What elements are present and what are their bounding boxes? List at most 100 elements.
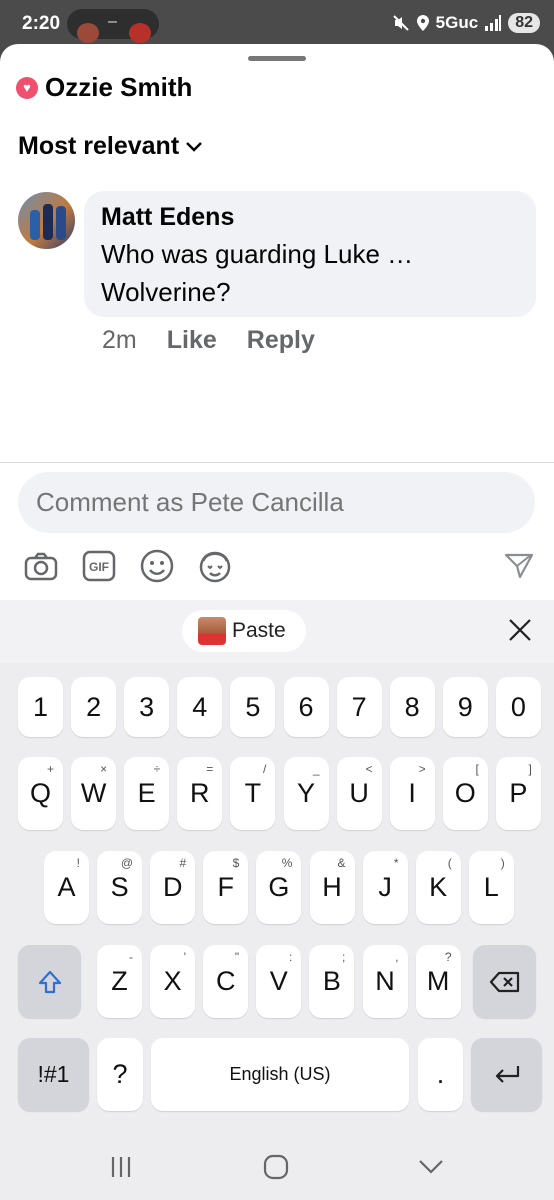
key-secondary-symbol: ÷ bbox=[153, 762, 161, 776]
letter-key[interactable]: G% bbox=[256, 851, 302, 924]
key-label: 4 bbox=[192, 691, 208, 722]
number-key[interactable]: 0 bbox=[495, 677, 541, 737]
key-label: 5 bbox=[245, 691, 261, 722]
sort-label: Most relevant bbox=[18, 132, 180, 160]
key-label: J bbox=[378, 872, 392, 902]
key-label: E bbox=[137, 778, 156, 808]
comment-input[interactable] bbox=[18, 472, 535, 533]
number-key[interactable]: 7 bbox=[336, 677, 382, 737]
comment-composer: GIF bbox=[0, 462, 554, 601]
letter-key[interactable]: F $ bbox=[203, 851, 249, 924]
letter-key[interactable]: T / bbox=[230, 757, 276, 830]
number-key[interactable]: 5 bbox=[230, 677, 276, 737]
chevron-down-icon bbox=[186, 141, 203, 152]
letter-key[interactable]: H & bbox=[309, 851, 355, 924]
symbols-key[interactable]: !#1 bbox=[18, 1038, 89, 1111]
number-key[interactable]: 6 bbox=[283, 677, 329, 737]
send-icon bbox=[504, 553, 534, 579]
letter-key[interactable]: O[ bbox=[442, 757, 488, 830]
recent-apps-button[interactable] bbox=[106, 1154, 136, 1180]
sort-dropdown[interactable]: Most relevant bbox=[18, 132, 203, 161]
letter-key[interactable]: X ' bbox=[150, 945, 196, 1018]
letter-key[interactable]: N, bbox=[362, 945, 408, 1018]
number-key[interactable]: 9 bbox=[442, 677, 488, 737]
navigation-bar bbox=[0, 1134, 554, 1200]
network-label: 5Guc bbox=[435, 13, 479, 32]
number-key[interactable]: 8 bbox=[389, 677, 435, 737]
letter-key[interactable]: A! bbox=[44, 851, 89, 924]
key-label: Q bbox=[29, 778, 51, 808]
number-key[interactable]: 2 bbox=[71, 677, 117, 737]
letter-key[interactable]: K( bbox=[415, 851, 461, 924]
letter-key[interactable]: I > bbox=[389, 757, 435, 830]
reaction-header[interactable]: ♥ Ozzie Smith bbox=[16, 72, 192, 103]
enter-key[interactable] bbox=[471, 1038, 542, 1111]
key-secondary-symbol: ; bbox=[342, 950, 346, 964]
letter-key[interactable]: D # bbox=[150, 851, 196, 924]
comment-bubble: Matt Edens Who was guarding Luke … Wolve… bbox=[84, 191, 536, 317]
letter-key[interactable]: B; bbox=[309, 945, 355, 1018]
question-key[interactable]: ? bbox=[97, 1038, 143, 1111]
comment-author[interactable]: Matt Edens bbox=[101, 203, 234, 232]
key-label: 8 bbox=[404, 691, 420, 722]
recent-apps-icon bbox=[111, 1157, 131, 1177]
letter-key[interactable]: E ÷ bbox=[124, 757, 170, 830]
letter-key[interactable]: Z- bbox=[97, 945, 142, 1018]
letter-key[interactable]: Y _ bbox=[283, 757, 329, 830]
number-key[interactable]: 3 bbox=[124, 677, 170, 737]
close-clipboard-button[interactable] bbox=[504, 614, 536, 646]
like-button[interactable]: Like bbox=[167, 326, 217, 355]
key-secondary-symbol: " bbox=[234, 950, 240, 964]
letter-key[interactable]: Q + bbox=[18, 757, 63, 830]
gif-button[interactable]: GIF bbox=[80, 547, 118, 585]
camera-button[interactable] bbox=[22, 547, 60, 585]
home-button[interactable] bbox=[261, 1154, 291, 1180]
letter-key[interactable]: U < bbox=[336, 757, 382, 830]
period-key[interactable]: . bbox=[418, 1038, 463, 1111]
clipboard-bar: Paste bbox=[0, 600, 554, 663]
letter-key[interactable]: R = bbox=[177, 757, 223, 830]
letter-key[interactable]: W × bbox=[71, 757, 117, 830]
key-label: O bbox=[454, 778, 476, 808]
location-icon bbox=[416, 15, 429, 31]
key-label: G bbox=[268, 872, 290, 902]
letter-key[interactable]: S @ bbox=[97, 851, 143, 924]
avatar-sticker-icon bbox=[199, 551, 231, 583]
chevron-down-icon bbox=[419, 1160, 443, 1174]
signal-icon bbox=[485, 15, 502, 31]
send-button[interactable] bbox=[500, 547, 538, 585]
avatar[interactable] bbox=[18, 192, 75, 249]
letter-key[interactable]: P] bbox=[495, 757, 541, 830]
avatar-sticker-button[interactable] bbox=[196, 547, 234, 585]
letter-key[interactable]: J * bbox=[362, 851, 408, 924]
key-label: Z bbox=[111, 966, 128, 996]
paste-chip[interactable]: Paste bbox=[182, 610, 306, 652]
dash-separator-icon: – bbox=[108, 13, 117, 30]
key-label: N bbox=[375, 966, 395, 996]
letter-key[interactable]: M? bbox=[415, 945, 461, 1018]
gif-icon: GIF bbox=[82, 550, 116, 582]
key-secondary-symbol: + bbox=[46, 762, 54, 776]
key-label: T bbox=[244, 778, 262, 808]
paste-label: Paste bbox=[232, 619, 286, 642]
notification-pill: – bbox=[67, 9, 159, 43]
space-key[interactable]: English (US) bbox=[151, 1038, 409, 1111]
key-label: Y bbox=[296, 778, 315, 808]
shift-key[interactable] bbox=[18, 945, 81, 1018]
key-secondary-symbol: , bbox=[395, 950, 399, 964]
letter-key[interactable]: V: bbox=[256, 945, 302, 1018]
letter-key[interactable]: C " bbox=[203, 945, 249, 1018]
key-label: 1 bbox=[32, 691, 49, 722]
number-key[interactable]: 4 bbox=[177, 677, 223, 737]
back-button[interactable] bbox=[416, 1154, 446, 1180]
key-secondary-symbol: : bbox=[288, 950, 293, 964]
backspace-key[interactable] bbox=[473, 945, 536, 1018]
number-key[interactable]: 1 bbox=[18, 677, 63, 737]
key-secondary-symbol: - bbox=[129, 950, 133, 964]
letter-key[interactable]: L) bbox=[468, 851, 514, 924]
reply-button[interactable]: Reply bbox=[247, 326, 315, 355]
emoji-button[interactable] bbox=[138, 547, 176, 585]
key-label: V bbox=[269, 966, 288, 996]
drag-handle[interactable] bbox=[248, 56, 306, 61]
comment-actions: 2m Like Reply bbox=[102, 326, 315, 355]
